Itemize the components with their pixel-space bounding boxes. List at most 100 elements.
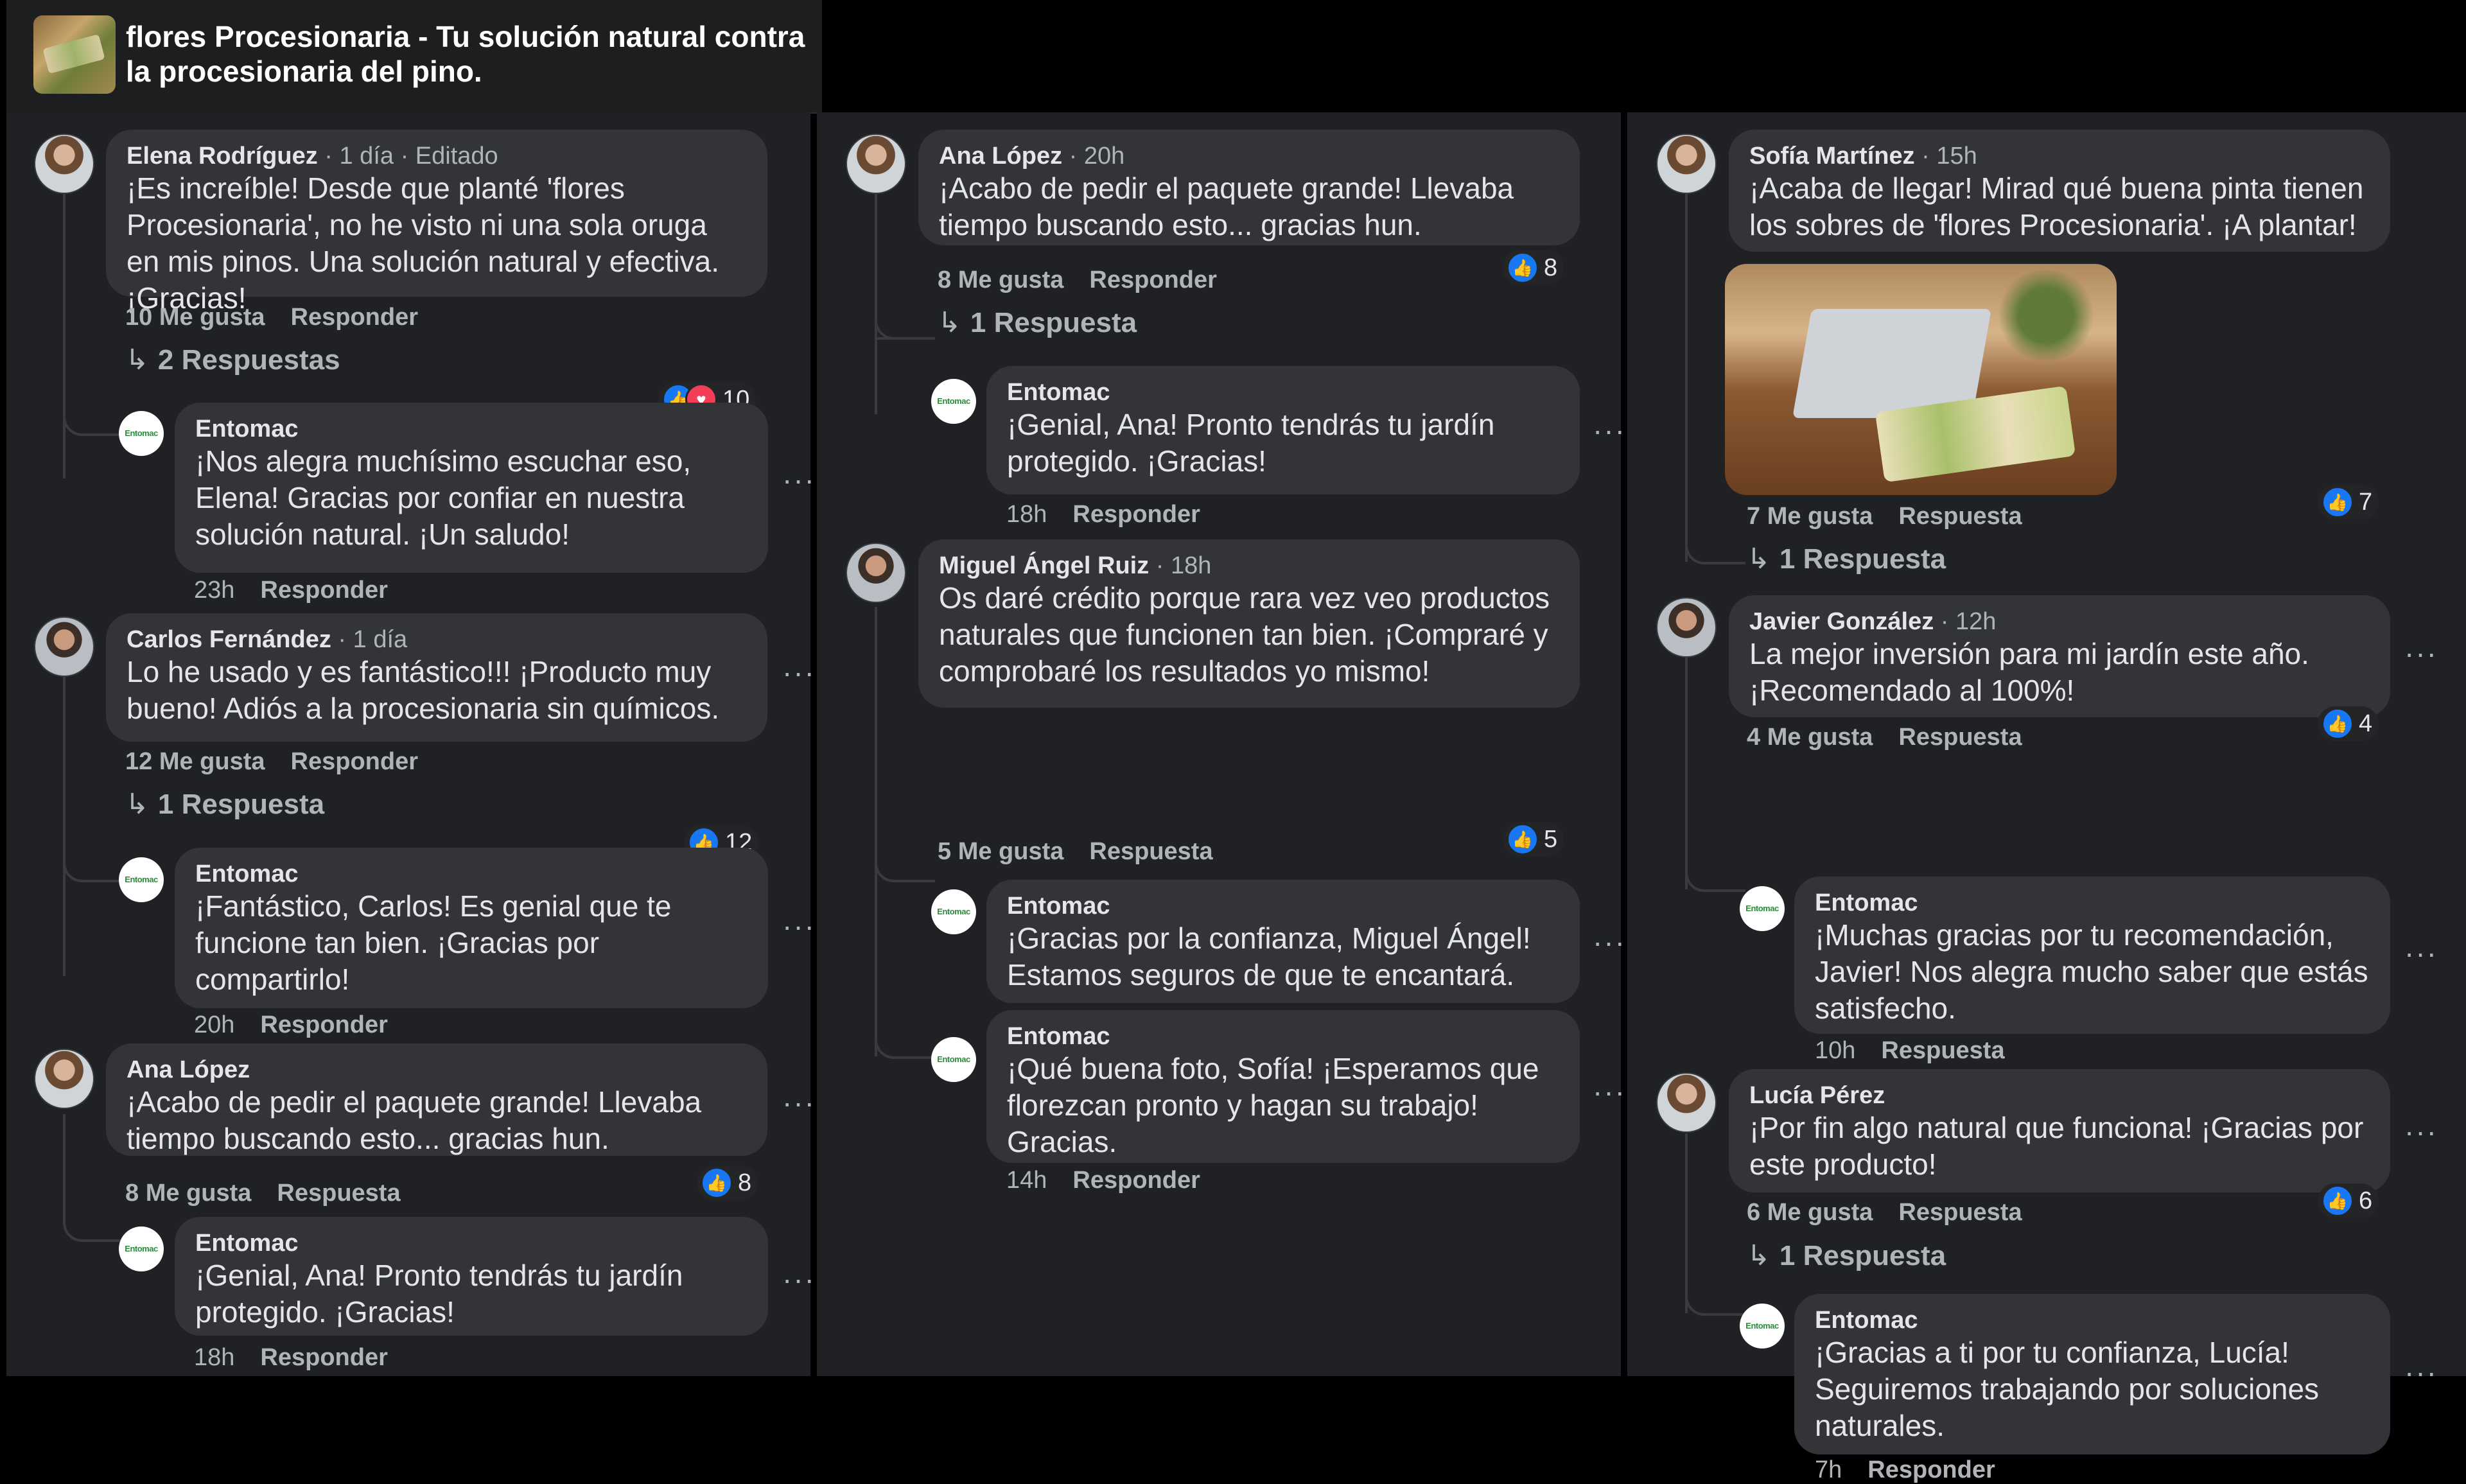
reply-button[interactable]: Responder <box>1867 1456 1995 1483</box>
reply-button[interactable]: Responder <box>1072 501 1200 528</box>
commenter-name[interactable]: Miguel Ángel Ruiz <box>939 552 1149 579</box>
avatar[interactable] <box>846 134 906 194</box>
reply-bubble: Entomac ¡Gracias por la confianza, Migue… <box>986 880 1580 1003</box>
commenter-name[interactable]: Sofía Martínez <box>1749 143 1915 170</box>
reactions-badge[interactable]: 👍 6 <box>2318 1183 2379 1218</box>
avatar[interactable] <box>846 543 906 603</box>
entomac-logo-avatar[interactable]: Entomac <box>1740 886 1785 931</box>
post-thumbnail[interactable] <box>33 15 116 94</box>
entomac-logo-avatar[interactable]: Entomac <box>119 857 164 902</box>
view-replies-link[interactable]: ↳ 1 Respuesta <box>125 788 324 821</box>
entomac-logo-avatar[interactable]: Entomac <box>119 1226 164 1271</box>
comment-actions: 8 Me gusta Responder <box>938 266 1243 294</box>
thread-connector <box>63 363 127 436</box>
avatar[interactable] <box>34 616 94 677</box>
more-options-icon[interactable]: ··· <box>2404 1355 2438 1390</box>
reply-button[interactable]: Respuesta <box>277 1180 400 1207</box>
reply-author-name[interactable]: Entomac <box>1007 379 1559 406</box>
reply-button[interactable]: Responder <box>291 748 418 775</box>
more-options-icon[interactable]: ··· <box>782 655 816 690</box>
reply-button[interactable]: Responder <box>260 1344 387 1371</box>
more-options-icon[interactable]: ··· <box>1593 1074 1626 1109</box>
reactions-badge[interactable]: 👍 5 <box>1503 822 1564 857</box>
more-options-icon[interactable]: ··· <box>2404 636 2438 670</box>
thread-connector <box>1685 793 1745 892</box>
comment-actions: 7 Me gusta Respuesta <box>1747 503 2048 530</box>
like-count-button[interactable]: 8 Me gusta <box>125 1180 251 1207</box>
commenter-name[interactable]: Ana López <box>939 143 1062 170</box>
more-options-icon[interactable]: ··· <box>782 909 816 943</box>
avatar[interactable] <box>34 1049 94 1109</box>
reply-button[interactable]: Respuesta <box>1881 1037 2004 1064</box>
more-options-icon[interactable]: ··· <box>782 1262 816 1296</box>
comment-bubble: Sofía Martínez · 15h ¡Acaba de llegar! M… <box>1729 130 2390 252</box>
view-replies-link[interactable]: ↳ 2 Respuestas <box>125 344 340 376</box>
reply-button[interactable]: Responder <box>260 1011 387 1038</box>
view-replies-link[interactable]: ↳ 1 Respuesta <box>938 306 1137 339</box>
reply-button[interactable]: Responder <box>1089 266 1216 293</box>
more-options-icon[interactable]: ··· <box>2404 1114 2438 1149</box>
commenter-name[interactable]: Lucía Pérez <box>1749 1082 1885 1109</box>
reply-actions: 20h Responder <box>194 1011 414 1039</box>
commenter-name[interactable]: Javier González <box>1749 608 1934 635</box>
comment-bubble: Javier González · 12h La mejor inversión… <box>1729 595 2390 717</box>
reactions-badge[interactable]: 👍 7 <box>2318 485 2379 519</box>
reply-actions: 14h Responder <box>1006 1167 1226 1194</box>
reply-button[interactable]: Responder <box>1072 1167 1200 1194</box>
reactions-badge[interactable]: 👍 8 <box>1503 250 1564 285</box>
more-options-icon[interactable]: ··· <box>782 462 816 497</box>
reply-author-name[interactable]: Entomac <box>195 860 748 888</box>
commenter-name[interactable]: Elena Rodríguez <box>127 143 318 170</box>
reply-author-name[interactable]: Entomac <box>1007 1023 1559 1051</box>
view-replies-link[interactable]: ↳ 1 Respuesta <box>1747 1239 1946 1272</box>
reply-actions: 7h Responder <box>1815 1456 2021 1484</box>
reaction-count: 8 <box>1544 254 1558 281</box>
like-count-button[interactable]: 10 Me gusta <box>125 304 265 331</box>
reply-button[interactable]: Responder <box>260 577 387 604</box>
entomac-logo-avatar[interactable]: Entomac <box>931 889 976 934</box>
entomac-logo-avatar[interactable]: Entomac <box>1740 1304 1785 1349</box>
commenter-name[interactable]: Carlos Fernández <box>127 626 331 653</box>
reply-button[interactable]: Respuesta <box>1089 838 1212 865</box>
avatar[interactable] <box>34 134 94 194</box>
like-count-button[interactable]: 12 Me gusta <box>125 748 265 775</box>
reply-bubble: Entomac ¡Muchas gracias por tu recomenda… <box>1794 877 2390 1034</box>
reply-author-name[interactable]: Entomac <box>1815 1307 2370 1334</box>
avatar[interactable] <box>1656 597 1717 658</box>
reply-button[interactable]: Respuesta <box>1898 503 2022 530</box>
entomac-logo-avatar[interactable]: Entomac <box>931 1037 976 1082</box>
comment-bubble: Lucía Pérez ¡Por fin algo natural que fu… <box>1729 1069 2390 1192</box>
thread-line <box>63 1114 66 1210</box>
entomac-logo-avatar[interactable]: Entomac <box>931 379 976 424</box>
like-icon: 👍 <box>2322 486 2354 518</box>
like-count-button[interactable]: 7 Me gusta <box>1747 503 1873 530</box>
more-options-icon[interactable]: ··· <box>782 1085 816 1120</box>
reply-button[interactable]: Respuesta <box>1898 1199 2022 1226</box>
reply-author-name[interactable]: Entomac <box>195 415 748 443</box>
comment-actions: 8 Me gusta Respuesta <box>125 1180 426 1207</box>
more-options-icon[interactable]: ··· <box>1593 413 1626 448</box>
reply-actions: 23h Responder <box>194 577 414 604</box>
more-options-icon[interactable]: ··· <box>1593 925 1626 959</box>
avatar[interactable] <box>1656 1072 1717 1133</box>
reply-author-name[interactable]: Entomac <box>1007 893 1559 920</box>
avatar[interactable] <box>1656 134 1717 194</box>
thread-connector <box>875 787 935 882</box>
reply-text: ¡Genial, Ana! Pronto tendrás tu jardín p… <box>195 1259 683 1329</box>
comment-photo[interactable] <box>1725 264 2117 495</box>
reactions-badge[interactable]: 👍 8 <box>697 1165 758 1200</box>
entomac-logo-avatar[interactable]: Entomac <box>119 411 164 456</box>
reply-button[interactable]: Respuesta <box>1898 724 2022 751</box>
commenter-name[interactable]: Ana López <box>127 1056 250 1083</box>
view-replies-link[interactable]: ↳ 1 Respuesta <box>1747 543 1946 575</box>
reply-author-name[interactable]: Entomac <box>1815 889 2370 917</box>
more-options-icon[interactable]: ··· <box>2404 936 2438 970</box>
like-count-button[interactable]: 5 Me gusta <box>938 838 1063 865</box>
like-count-button[interactable]: 4 Me gusta <box>1747 724 1873 751</box>
reply-author-name[interactable]: Entomac <box>195 1230 748 1257</box>
reply-button[interactable]: Responder <box>291 304 418 331</box>
reactions-badge[interactable]: 👍 4 <box>2318 706 2379 741</box>
like-count-button[interactable]: 6 Me gusta <box>1747 1199 1873 1226</box>
comment-text: ¡Acabo de pedir el paquete grande! Lleva… <box>127 1085 702 1155</box>
like-count-button[interactable]: 8 Me gusta <box>938 266 1063 293</box>
